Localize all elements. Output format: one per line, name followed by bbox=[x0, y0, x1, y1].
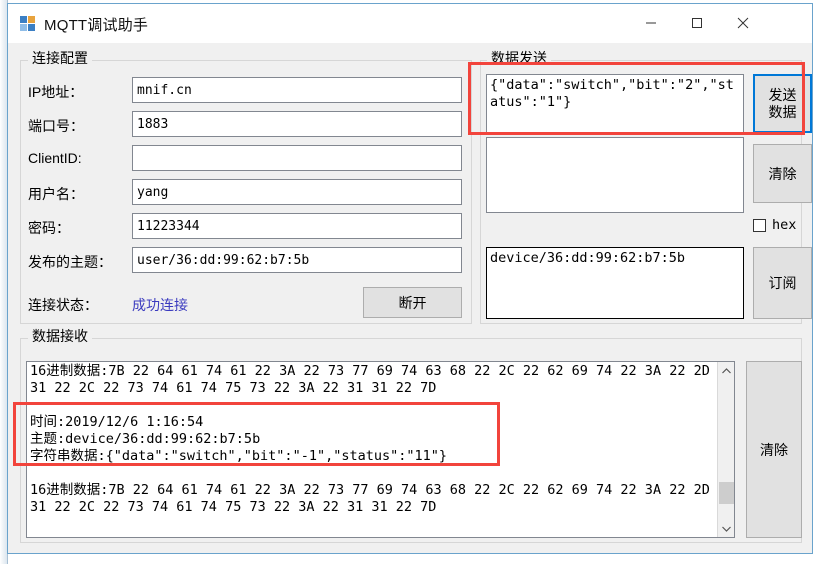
window-title: MQTT调试助手 bbox=[44, 17, 149, 34]
ip-address-input[interactable] bbox=[132, 77, 462, 103]
client-id-input[interactable] bbox=[132, 145, 462, 171]
send-data-button[interactable]: 发送 数据 bbox=[753, 74, 812, 133]
username-label: 用户名： bbox=[28, 186, 84, 202]
hex-checkbox-label: hex bbox=[772, 217, 797, 233]
send-secondary-box[interactable] bbox=[486, 137, 744, 213]
hex-checkbox-box[interactable] bbox=[753, 218, 766, 232]
receive-log-scrollbar[interactable] bbox=[717, 362, 734, 537]
scrollbar-thumb[interactable] bbox=[719, 482, 734, 504]
connection-status-label: 连接状态： bbox=[28, 297, 98, 313]
clear-send-button[interactable]: 清除 bbox=[753, 144, 812, 203]
subscribe-button[interactable]: 订阅 bbox=[753, 247, 812, 319]
username-input[interactable] bbox=[132, 179, 462, 205]
password-label: 密码： bbox=[28, 220, 70, 236]
publish-topic-input[interactable] bbox=[132, 247, 462, 273]
port-label: 端口号： bbox=[28, 118, 84, 134]
scroll-up-arrow-icon[interactable] bbox=[718, 362, 734, 379]
close-button[interactable] bbox=[720, 4, 766, 42]
receive-log-box[interactable]: 16进制数据:7B 22 64 61 74 61 22 3A 22 73 77 … bbox=[26, 361, 735, 538]
disconnect-button[interactable]: 断开 bbox=[363, 287, 462, 318]
subscribe-topic-input[interactable]: device/36:dd:99:62:b7:5b bbox=[486, 247, 744, 319]
maximize-button[interactable] bbox=[674, 4, 720, 42]
app-window-icon bbox=[20, 16, 35, 31]
data-send-label: 数据发送 bbox=[487, 51, 551, 65]
receive-log-text: 16进制数据:7B 22 64 61 74 61 22 3A 22 73 77 … bbox=[30, 363, 710, 515]
password-input[interactable] bbox=[132, 213, 462, 239]
ip-address-label: IP地址： bbox=[28, 84, 84, 100]
publish-topic-label: 发布的主题： bbox=[28, 254, 112, 270]
scroll-down-arrow-icon[interactable] bbox=[718, 520, 734, 537]
clear-receive-button[interactable]: 清除 bbox=[746, 361, 802, 538]
port-input[interactable] bbox=[132, 111, 462, 137]
data-receive-label: 数据接收 bbox=[28, 329, 92, 343]
minimize-button[interactable] bbox=[628, 4, 674, 42]
hex-checkbox[interactable]: hex bbox=[753, 217, 796, 233]
connection-status-value: 成功连接 bbox=[132, 297, 188, 313]
title-bar: MQTT调试助手 bbox=[8, 4, 812, 43]
connection-config-label: 连接配置 bbox=[28, 51, 92, 65]
app-window: MQTT调试助手 连接配置 IP地址： 端口号： ClientID: 用户名： … bbox=[7, 3, 813, 554]
client-id-label: ClientID: bbox=[28, 150, 82, 166]
send-payload-input[interactable]: {"data":"switch","bit":"2","status":"1"} bbox=[486, 74, 744, 133]
